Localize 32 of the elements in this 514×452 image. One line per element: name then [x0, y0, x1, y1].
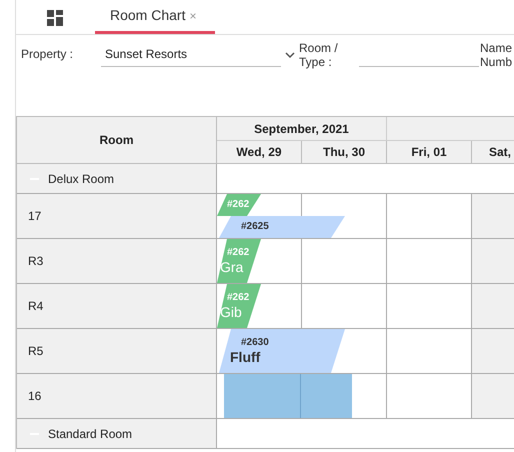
calendar-row-lane[interactable]: #2630 Fluff — [217, 329, 472, 374]
guest-name: Gra — [220, 258, 244, 276]
room-type-label: Room / Type : — [299, 41, 339, 69]
booking-number: #262 — [227, 292, 250, 304]
day-header: Fri, 01 — [411, 144, 447, 161]
calendar-row-lane[interactable] — [217, 374, 472, 419]
room-name: 17 — [17, 194, 217, 239]
property-select[interactable]: Sunset Resorts — [101, 41, 281, 67]
day-header: Sat, — [489, 144, 512, 161]
name-number-label: Name Numb — [480, 41, 512, 69]
room-name: R3 — [17, 239, 217, 284]
guest-name: Gib — [220, 304, 243, 320]
room-group-label: Delux Room — [48, 170, 114, 188]
room-name: R4 — [17, 284, 217, 329]
booking-number: #262 — [227, 246, 250, 258]
room-name: R5 — [17, 329, 217, 374]
dashboard-icon[interactable] — [47, 10, 63, 26]
reserved-booking[interactable]: #2625 — [219, 216, 345, 238]
guest-name: Fluff — [230, 348, 262, 366]
booking-number: #262 — [227, 199, 250, 211]
room-group-label: Standard Room — [48, 426, 132, 442]
month-header: September, 2021 — [217, 117, 387, 141]
property-label: Property : — [20, 46, 74, 63]
day-header: Wed, 29 — [236, 144, 282, 161]
booking-number: #2630 — [241, 336, 270, 348]
day-header: Thu, 30 — [322, 144, 365, 161]
booking-number: #2625 — [241, 221, 270, 233]
room-chart-tab[interactable]: Room Chart × — [95, 0, 215, 34]
chevron-down-icon[interactable] — [285, 51, 295, 59]
reserved-booking[interactable]: #2630 Fluff — [219, 329, 345, 373]
calendar-row-lane[interactable]: #262 #2625 — [217, 194, 472, 239]
room-name: 16 — [17, 374, 217, 419]
